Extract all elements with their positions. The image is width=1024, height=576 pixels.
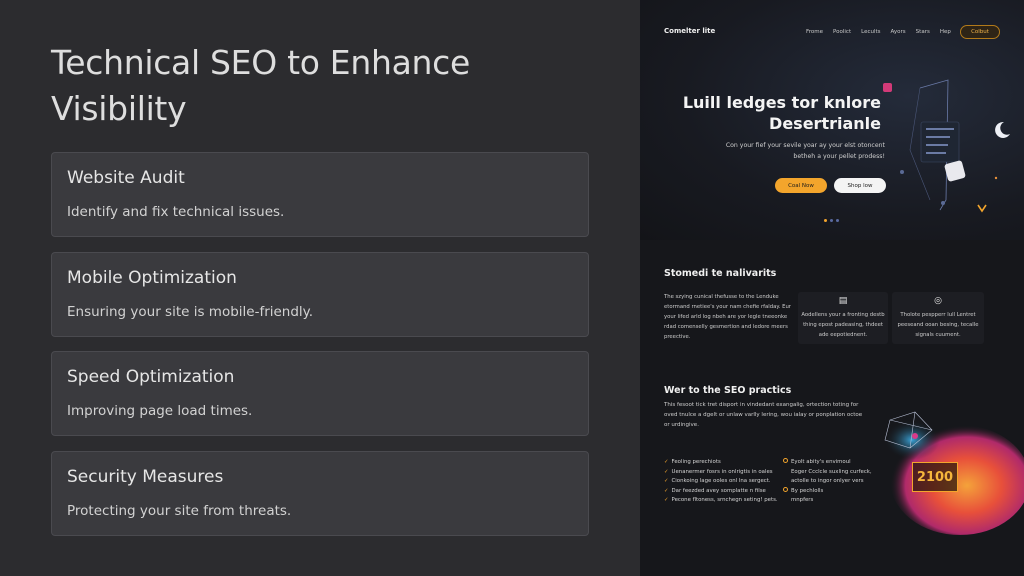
mock-feature-text: Aodellens your a fronting destb thing ep… (801, 312, 885, 338)
mock-feature-card: ▤ Aodellens your a fronting destb thing … (798, 292, 888, 344)
slide-content: Technical SEO to Enhance Visibility Webs… (0, 0, 640, 576)
metric-badge: 2100 (912, 462, 958, 492)
list-item: ✓ Pecone fltoness, srnchegn seting! pets. (664, 497, 778, 503)
mock-primary-button: Coal Now (775, 178, 827, 193)
card-security-measures: Security Measures Protecting your site f… (51, 451, 589, 536)
mock-checklist: ✓ Feoling perechiots ✓ Uenanermer fosrs in… (664, 458, 778, 506)
card-title: Mobile Optimization (67, 268, 237, 288)
card-website-audit: Website Audit Identify and fix technical… (51, 152, 589, 237)
card-description: Protecting your site from threats. (67, 503, 292, 519)
card-speed-optimization: Speed Optimization Improving page load t… (51, 351, 589, 436)
card-title: Website Audit (67, 168, 185, 188)
mock-brand-logo: Comelter lite (664, 27, 716, 35)
mock-section3-title: Wer to the SEO practics (664, 385, 792, 396)
mock-hero-title: Luill ledges tor knlore Desertrianle (682, 93, 881, 133)
mock-nav-item: Stars (915, 29, 930, 35)
card-title: Security Measures (67, 467, 224, 487)
website-mockup-image: Comelter lite Frome Poolict Lecults Ayor… (640, 0, 1024, 576)
mock-nav-cta: Colbut (960, 25, 1000, 39)
mock-section2-title: Stomedi te nalivarits (664, 268, 777, 279)
mock-section3-body: This fesoot tick tret disport in vindeda… (664, 402, 863, 428)
mock-hero-subtitle: Con your fief your sevile yoar ay your e… (725, 142, 885, 160)
card-description: Improving page load times. (67, 403, 253, 419)
check-icon: ✓ (664, 478, 669, 484)
mock-secondary-button: Shop low (834, 178, 886, 193)
check-icon: ✓ (664, 487, 669, 494)
check-icon: ✓ (664, 497, 669, 503)
list-item: ✓ Feoling perechiots (664, 459, 721, 465)
list-item: ✓ Uenanermer fosrs in onlrigtis in oales (664, 468, 773, 475)
check-icon: ✓ (664, 468, 669, 475)
mock-nav-item: Poolict (833, 29, 852, 35)
check-icon: ✓ (664, 459, 669, 465)
mock-nav-item: Ayors (890, 29, 906, 35)
card-description: Identify and fix technical issues. (67, 204, 285, 220)
mock-feature-text: Tholote pespperr lull Lentret peeseand o… (897, 312, 979, 338)
list-item: ✓ Cionkoing lage ooles onl lna sergect. (664, 478, 771, 484)
circle-icon (783, 486, 788, 492)
mock-nav-item: Frome (806, 29, 824, 35)
slide-title: Technical SEO to Enhance Visibility (51, 43, 470, 128)
mock-nav: Frome Poolict Lecults Ayors Stars Hep (806, 29, 951, 35)
mock-nav-item: Lecults (861, 29, 881, 35)
card-description: Ensuring your site is mobile-friendly. (67, 304, 314, 320)
mock-hero: Comelter lite Frome Poolict Lecults Ayor… (640, 0, 1024, 240)
list-item: ✓ Dar feezded avey somplatte n filse (664, 487, 766, 494)
document-icon: ▤ (838, 296, 848, 306)
card-mobile-optimization: Mobile Optimization Ensuring your site i… (51, 252, 589, 337)
mock-nav-item: Hep (939, 29, 951, 35)
circle-icon (783, 458, 788, 463)
mock-feature-text: The szying cunical thefusse to the Lendu… (664, 294, 791, 340)
target-icon: ◎ (934, 296, 942, 306)
mock-carousel-dots (824, 219, 839, 222)
mock-feature-card: ◎ Tholote pespperr lull Lentret peeseand… (892, 292, 984, 344)
card-title: Speed Optimization (67, 367, 235, 387)
